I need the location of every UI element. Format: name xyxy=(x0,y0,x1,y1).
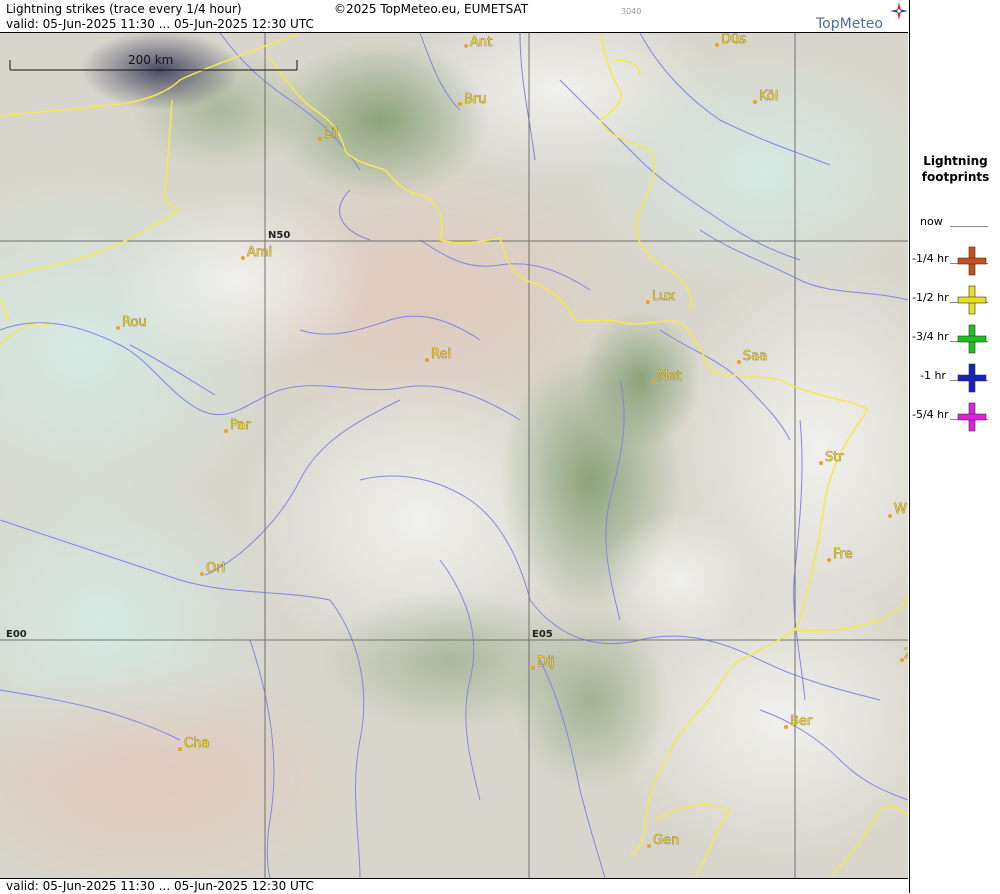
legend-label: -5/4 hr xyxy=(912,408,949,421)
lightning-legend: Lightning footprints now -1/4 hr -1/2 hr… xyxy=(909,0,1000,893)
legend-label: -1/4 hr xyxy=(912,252,949,265)
svg-text:Orl: Orl xyxy=(206,561,225,576)
compass-icon xyxy=(890,2,908,20)
legend-title-line1: Lightning xyxy=(923,154,988,168)
legend-item-quarter: -1/4 hr xyxy=(910,246,1000,281)
map-footer: valid: 05-Jun-2025 11:30 ... 05-Jun-2025… xyxy=(0,878,908,894)
legend-item-now: now xyxy=(910,210,1000,244)
lon-label-e05: E05 xyxy=(532,629,553,640)
satellite-map[interactable]: 200 km N50 E00 E05 Ant Düs Bru Köl Lil A… xyxy=(0,33,908,878)
svg-text:Dij: Dij xyxy=(537,655,554,670)
legend-label: -3/4 hr xyxy=(912,330,949,343)
svg-text:Met: Met xyxy=(657,369,681,384)
legend-label: -1 hr xyxy=(920,369,946,382)
svg-text:Rou: Rou xyxy=(122,315,147,330)
svg-text:Z: Z xyxy=(904,647,908,662)
cross-yellow-icon xyxy=(957,285,987,315)
cross-green-icon xyxy=(957,324,987,354)
svg-text:Düs: Düs xyxy=(721,33,746,47)
svg-text:Ant: Ant xyxy=(470,35,492,50)
svg-text:W: W xyxy=(894,502,907,517)
svg-text:Cha: Cha xyxy=(184,736,209,751)
cross-magenta-icon xyxy=(957,402,987,432)
valid-time: valid: 05-Jun-2025 11:30 ... 05-Jun-2025… xyxy=(6,17,314,31)
svg-text:Fre: Fre xyxy=(833,547,853,562)
legend-label: now xyxy=(920,215,943,228)
svg-text:Köl: Köl xyxy=(759,89,778,104)
cross-orange-icon xyxy=(957,246,987,276)
map-header: Lightning strikes (trace every 1/4 hour)… xyxy=(0,0,908,33)
legend-title: Lightning footprints xyxy=(910,153,1000,185)
svg-text:Gen: Gen xyxy=(653,833,679,848)
svg-text:Ber: Ber xyxy=(790,714,813,729)
legend-divider xyxy=(950,226,988,227)
legend-item-half: -1/2 hr xyxy=(910,285,1000,320)
svg-text:Str: Str xyxy=(825,450,844,465)
lat-label-n50: N50 xyxy=(268,230,290,241)
map-canvas: 200 km N50 E00 E05 Ant Düs Bru Köl Lil A… xyxy=(0,33,908,878)
legend-item-hour: -1 hr xyxy=(910,363,1000,398)
svg-text:Ami: Ami xyxy=(247,245,272,260)
footer-valid-time: valid: 05-Jun-2025 11:30 ... 05-Jun-2025… xyxy=(6,879,314,893)
lon-label-e00: E00 xyxy=(6,629,27,640)
svg-text:Rei: Rei xyxy=(431,347,451,362)
cross-blue-icon xyxy=(957,363,987,393)
svg-text:Lux: Lux xyxy=(652,289,675,304)
copyright: ©2025 TopMeteo.eu, EUMETSAT xyxy=(334,2,529,16)
scale-label: 200 km xyxy=(128,53,173,67)
svg-text:Lil: Lil xyxy=(324,126,338,141)
topmeteo-logo: TopMeteo xyxy=(816,16,883,32)
svg-text:Bru: Bru xyxy=(464,92,487,107)
svg-text:Par: Par xyxy=(230,418,251,433)
legend-item-three-quarter: -3/4 hr xyxy=(910,324,1000,359)
map-title: Lightning strikes (trace every 1/4 hour) xyxy=(6,2,242,16)
image-code: 3040 xyxy=(621,7,642,16)
legend-title-line2: footprints xyxy=(921,170,990,184)
legend-item-five-quarter: -5/4 hr xyxy=(910,402,1000,437)
svg-text:Saa: Saa xyxy=(743,349,767,364)
legend-label: -1/2 hr xyxy=(912,291,949,304)
